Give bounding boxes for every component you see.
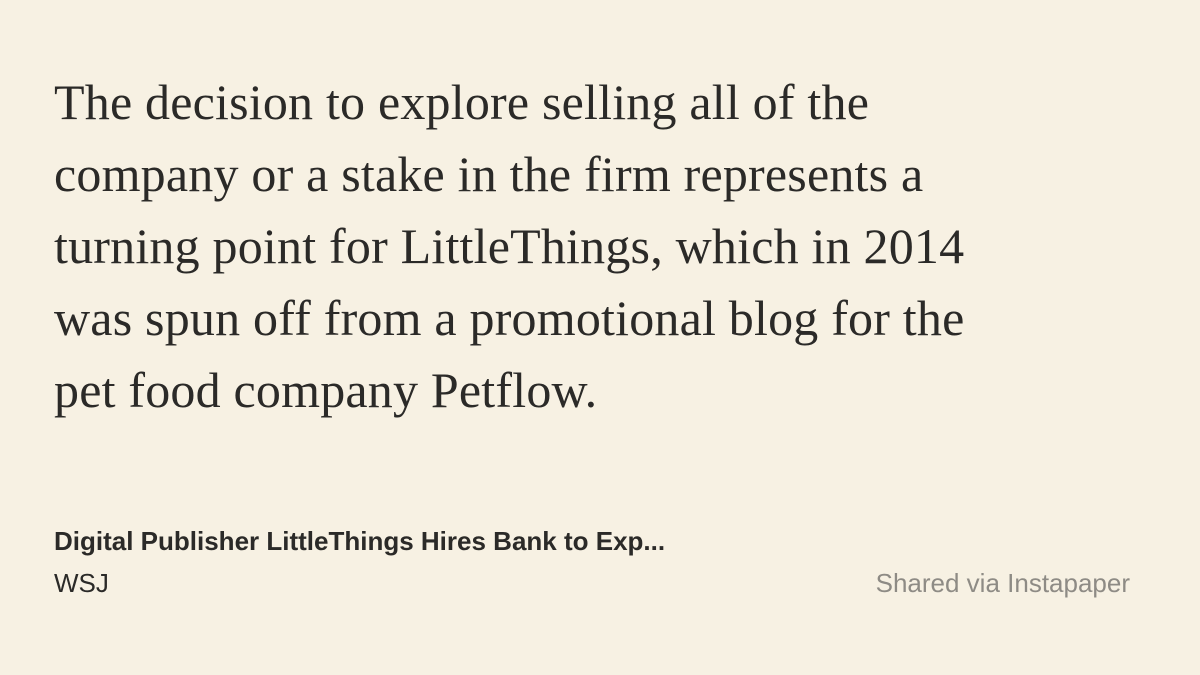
quote-line: The decision to explore selling all of t… bbox=[54, 74, 870, 130]
quote-line: pet food company Petflow. bbox=[54, 362, 598, 418]
article-title[interactable]: Digital Publisher LittleThings Hires Ban… bbox=[54, 524, 665, 558]
quote-card: The decision to explore selling all of t… bbox=[0, 0, 1200, 675]
article-source: WSJ bbox=[54, 568, 109, 598]
quote-line: turning point for LittleThings, which in… bbox=[54, 218, 965, 274]
quote-line: was spun off from a promotional blog for… bbox=[54, 290, 965, 346]
highlight-quote: The decision to explore selling all of t… bbox=[54, 66, 1144, 426]
quote-line: company or a stake in the firm represent… bbox=[54, 146, 924, 202]
shared-via-label: Shared via Instapaper bbox=[875, 568, 1130, 598]
